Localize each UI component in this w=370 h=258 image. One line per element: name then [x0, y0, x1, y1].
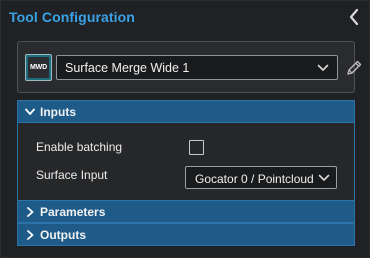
chevron-right-icon [27, 207, 34, 217]
panel-title: Tool Configuration [9, 9, 135, 25]
section-label-inputs: Inputs [40, 105, 76, 119]
panel-header: Tool Configuration [1, 1, 370, 33]
tool-selector-box: MWD Surface Merge Wide 1 [17, 41, 362, 93]
tool-select-dropdown[interactable]: Surface Merge Wide 1 [56, 55, 338, 80]
chevron-right-icon [27, 230, 34, 240]
section-label-parameters: Parameters [40, 205, 106, 219]
section-header-inputs[interactable]: Inputs [17, 100, 355, 123]
chevron-down-icon [25, 108, 35, 115]
section-header-outputs[interactable]: Outputs [17, 223, 355, 246]
section-label-outputs: Outputs [40, 228, 86, 242]
chevron-down-icon [317, 64, 329, 71]
chevron-down-icon [318, 174, 330, 181]
surface-input-value: Gocator 0 / Pointcloud [195, 172, 314, 186]
tool-select-value: Surface Merge Wide 1 [65, 61, 190, 75]
enable-batching-checkbox[interactable] [189, 140, 204, 155]
section-header-parameters[interactable]: Parameters [17, 200, 355, 223]
tool-type-icon-label: MWD [28, 57, 49, 78]
chevron-left-icon [349, 8, 359, 26]
tool-configuration-panel: Tool Configuration MWD Surface Merge Wid… [0, 0, 370, 258]
pencil-icon[interactable] [345, 59, 363, 77]
collapse-panel-button[interactable] [345, 6, 363, 28]
surface-input-dropdown[interactable]: Gocator 0 / Pointcloud [185, 166, 337, 189]
surface-input-label: Surface Input [36, 168, 108, 182]
tool-type-icon: MWD [25, 54, 52, 81]
enable-batching-label: Enable batching [36, 140, 123, 154]
inputs-section-body: Enable batching Surface Input Gocator 0 … [17, 123, 355, 201]
